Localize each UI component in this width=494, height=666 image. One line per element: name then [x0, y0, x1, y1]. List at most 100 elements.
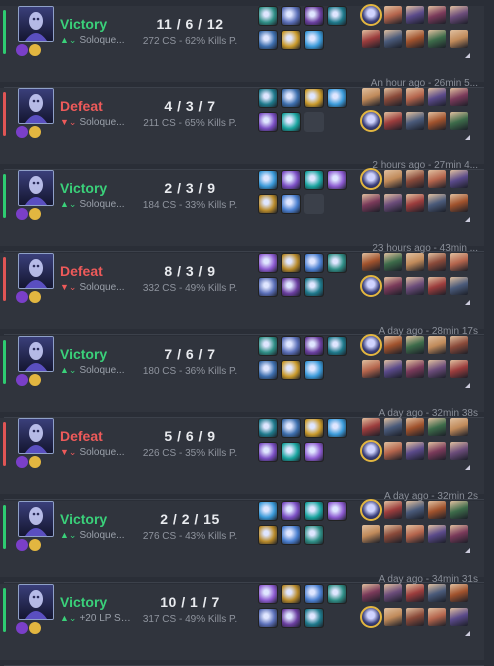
participant-champion-icon[interactable] — [406, 418, 424, 436]
expand-triangle-icon[interactable] — [465, 135, 470, 140]
champion-portrait-icon[interactable] — [18, 501, 54, 537]
participant-champion-icon[interactable] — [362, 584, 380, 602]
participant-champion-icon[interactable] — [384, 277, 402, 295]
item-icon[interactable] — [327, 6, 347, 26]
match-row[interactable]: A day ago - 34min 31s Victory ▲⌄ +20 LP Sol… — [0, 574, 484, 666]
item-icon[interactable] — [258, 170, 278, 190]
item-icon[interactable] — [281, 442, 301, 462]
expand-triangle-icon[interactable] — [465, 53, 470, 58]
item-icon[interactable] — [304, 442, 324, 462]
participant-champion-icon[interactable] — [406, 170, 424, 188]
participant-champion-icon[interactable] — [406, 88, 424, 106]
item-icon[interactable] — [281, 170, 301, 190]
expand-triangle-icon[interactable] — [465, 300, 470, 305]
item-icon[interactable] — [281, 194, 301, 214]
participant-champion-icon[interactable] — [384, 608, 402, 626]
participant-champion-icon[interactable] — [450, 418, 468, 436]
item-icon[interactable] — [281, 30, 301, 50]
participant-champion-icon[interactable] — [428, 88, 446, 106]
participant-champion-icon[interactable] — [406, 360, 424, 378]
participant-champion-icon[interactable] — [362, 418, 380, 436]
match-row[interactable]: 2 hours ago - 27min 4... Victory ▲⌄ Soloque… — [0, 160, 484, 252]
participant-champion-icon[interactable] — [384, 112, 402, 130]
champion-portrait-icon[interactable] — [18, 418, 54, 454]
expand-triangle-icon[interactable] — [465, 631, 470, 636]
item-icon[interactable] — [327, 336, 347, 356]
participant-champion-icon[interactable] — [384, 442, 402, 460]
item-icon[interactable] — [304, 584, 324, 604]
match-row[interactable]: Victory ▲⌄ Soloque... 11 / 6 / 12 272 CS - 6… — [0, 4, 484, 88]
item-icon[interactable] — [281, 608, 301, 628]
item-icon[interactable] — [304, 608, 324, 628]
participant-champion-icon[interactable] — [406, 442, 424, 460]
participant-champion-icon[interactable] — [406, 336, 424, 354]
participant-champion-icon[interactable] — [428, 608, 446, 626]
item-icon[interactable] — [327, 253, 347, 273]
participant-champion-icon[interactable] — [450, 88, 468, 106]
participant-champion-icon[interactable] — [360, 110, 382, 132]
participant-champion-icon[interactable] — [362, 253, 380, 271]
champion-portrait-icon[interactable] — [18, 253, 54, 289]
participant-champion-icon[interactable] — [406, 501, 424, 519]
item-icon[interactable] — [258, 608, 278, 628]
expand-triangle-icon[interactable] — [465, 217, 470, 222]
participant-champion-icon[interactable] — [428, 336, 446, 354]
item-icon[interactable] — [327, 584, 347, 604]
item-icon[interactable] — [304, 336, 324, 356]
participant-champion-icon[interactable] — [450, 525, 468, 543]
participant-champion-icon[interactable] — [384, 360, 402, 378]
item-icon[interactable] — [258, 442, 278, 462]
participant-champion-icon[interactable] — [384, 336, 402, 354]
item-icon[interactable] — [327, 501, 347, 521]
participant-champion-icon[interactable] — [450, 253, 468, 271]
participant-champion-icon[interactable] — [362, 88, 380, 106]
expand-triangle-icon[interactable] — [465, 465, 470, 470]
participant-champion-icon[interactable] — [450, 6, 468, 24]
item-icon[interactable] — [281, 525, 301, 545]
participant-champion-icon[interactable] — [428, 170, 446, 188]
participant-champion-icon[interactable] — [406, 30, 424, 48]
item-icon[interactable] — [327, 88, 347, 108]
participant-champion-icon[interactable] — [450, 584, 468, 602]
match-row[interactable]: A day ago - 28min 17s Victory ▲⌄ Soloque...… — [0, 326, 484, 418]
participant-champion-icon[interactable] — [406, 608, 424, 626]
item-icon[interactable] — [304, 501, 324, 521]
item-icon[interactable] — [258, 88, 278, 108]
item-icon[interactable] — [258, 336, 278, 356]
item-icon[interactable] — [281, 112, 301, 132]
participant-champion-icon[interactable] — [360, 4, 382, 26]
participant-champion-icon[interactable] — [406, 253, 424, 271]
participant-champion-icon[interactable] — [406, 584, 424, 602]
item-icon[interactable] — [281, 584, 301, 604]
item-icon[interactable] — [281, 253, 301, 273]
participant-champion-icon[interactable] — [384, 30, 402, 48]
participant-champion-icon[interactable] — [450, 194, 468, 212]
participant-champion-icon[interactable] — [360, 606, 382, 628]
participant-champion-icon[interactable] — [450, 30, 468, 48]
participant-champion-icon[interactable] — [428, 418, 446, 436]
participant-champion-icon[interactable] — [360, 334, 382, 356]
expand-triangle-icon[interactable] — [465, 548, 470, 553]
item-icon[interactable] — [258, 194, 278, 214]
item-icon[interactable] — [281, 501, 301, 521]
participant-champion-icon[interactable] — [384, 194, 402, 212]
participant-champion-icon[interactable] — [362, 360, 380, 378]
item-icon[interactable] — [258, 360, 278, 380]
participant-champion-icon[interactable] — [406, 194, 424, 212]
item-icon[interactable] — [258, 277, 278, 297]
item-icon[interactable] — [304, 360, 324, 380]
item-icon[interactable] — [258, 112, 278, 132]
item-icon[interactable] — [281, 88, 301, 108]
participant-champion-icon[interactable] — [428, 442, 446, 460]
participant-champion-icon[interactable] — [362, 30, 380, 48]
participant-champion-icon[interactable] — [406, 6, 424, 24]
item-icon[interactable] — [281, 6, 301, 26]
item-icon[interactable] — [304, 6, 324, 26]
item-icon[interactable] — [327, 170, 347, 190]
match-row[interactable]: 23 hours ago - 43min ... Defeat ▼⌄ Soloque.… — [0, 243, 484, 335]
participant-champion-icon[interactable] — [384, 418, 402, 436]
item-icon[interactable] — [258, 501, 278, 521]
participant-champion-icon[interactable] — [406, 112, 424, 130]
participant-champion-icon[interactable] — [428, 360, 446, 378]
item-icon[interactable] — [281, 277, 301, 297]
